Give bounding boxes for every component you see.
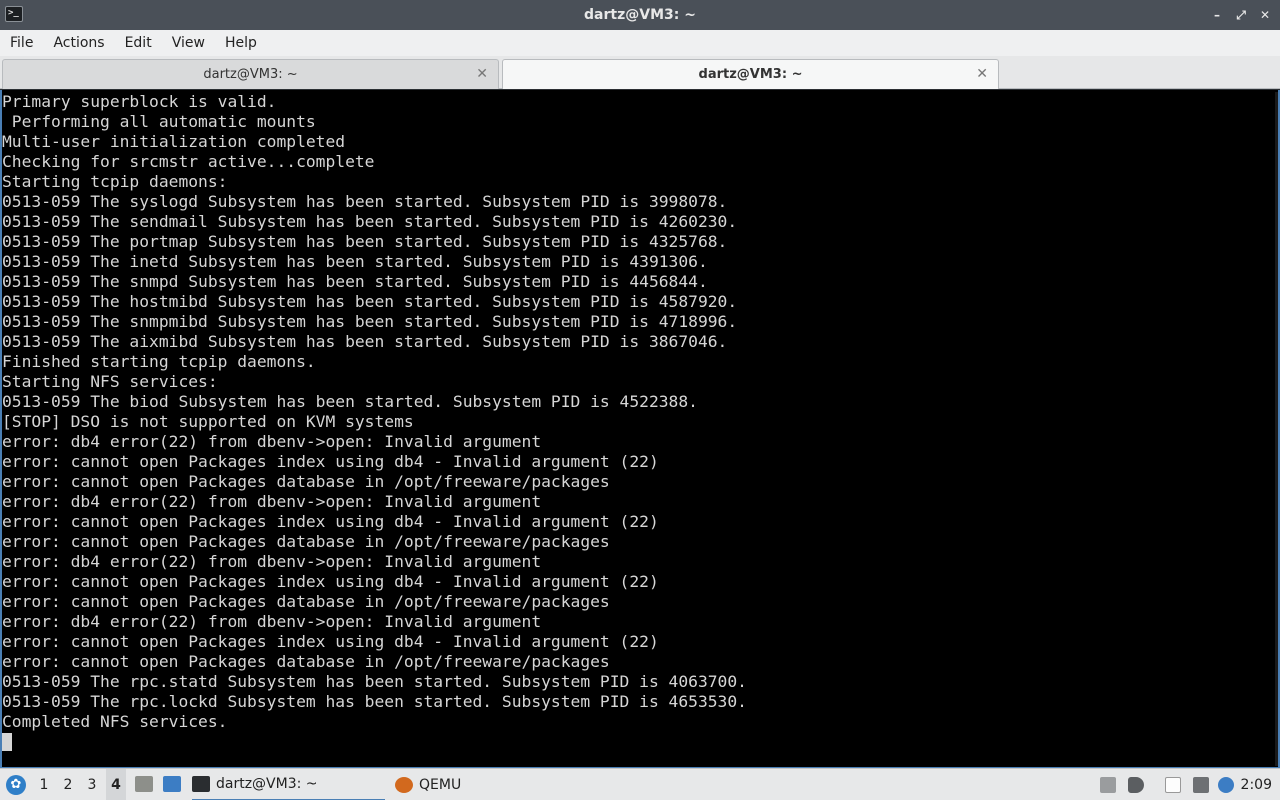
terminal-line: 0513-059 The rpc.statd Subsystem has bee… — [2, 672, 747, 691]
terminal-line: 0513-059 The sendmail Subsystem has been… — [2, 212, 738, 231]
terminal-line: error: db4 error(22) from dbenv->open: I… — [2, 432, 542, 451]
qemu-icon — [395, 777, 413, 793]
terminal-line: 0513-059 The hostmibd Subsystem has been… — [2, 292, 738, 311]
file-manager-icon[interactable] — [135, 776, 153, 792]
terminal-line: error: cannot open Packages index using … — [2, 632, 659, 651]
desktop-icon[interactable] — [163, 776, 181, 792]
terminal-line: error: db4 error(22) from dbenv->open: I… — [2, 552, 542, 571]
terminal-line: Checking for srcmstr active...complete — [2, 152, 375, 171]
clock: 2:09 — [1240, 777, 1272, 793]
terminal-scrollbar[interactable] — [1275, 92, 1278, 766]
terminal-line: Performing all automatic mounts — [2, 112, 316, 131]
maximize-icon[interactable]: ⤢ — [1234, 7, 1248, 23]
terminal-line: error: cannot open Packages database in … — [2, 472, 610, 491]
terminal-output[interactable]: Primary superblock is valid. Performing … — [0, 90, 1280, 768]
terminal-line: Primary superblock is valid. — [2, 92, 277, 111]
close-icon[interactable]: ✕ — [1258, 7, 1272, 23]
tab-terminal-1[interactable]: dartz@VM3: ~ ✕ — [2, 59, 499, 89]
prompt-line — [2, 732, 1278, 752]
terminal-line: 0513-059 The snmpmibd Subsystem has been… — [2, 312, 738, 331]
volume-icon[interactable] — [1128, 777, 1144, 793]
terminal-line: 0513-059 The snmpd Subsystem has been st… — [2, 272, 708, 291]
terminal-icon — [192, 776, 210, 792]
terminal-line: Starting tcpip daemons: — [2, 172, 228, 191]
close-tab-icon[interactable]: ✕ — [976, 66, 988, 82]
clipboard-icon[interactable] — [1165, 777, 1181, 793]
tab-bar: dartz@VM3: ~ ✕ dartz@VM3: ~ ✕ — [0, 56, 1280, 89]
terminal-line: error: cannot open Packages database in … — [2, 652, 610, 671]
lubuntu-start-icon[interactable]: ✿ — [6, 775, 26, 795]
terminal-line: error: cannot open Packages index using … — [2, 452, 659, 471]
window-controls: – ⤢ ✕ — [1210, 7, 1272, 23]
eject-icon[interactable] — [1100, 777, 1116, 793]
terminal-line: Completed NFS services. — [2, 712, 228, 731]
window-titlebar[interactable]: >_ dartz@VM3: ~ – ⤢ ✕ — [0, 0, 1280, 30]
tab-label: dartz@VM3: ~ — [203, 67, 298, 82]
workspace-4[interactable]: 4 — [106, 769, 126, 800]
terminal-line: 0513-059 The portmap Subsystem has been … — [2, 232, 728, 251]
terminal-line: error: cannot open Packages database in … — [2, 532, 610, 551]
tab-label: dartz@VM3: ~ — [698, 67, 803, 82]
terminal-line: 0513-059 The inetd Subsystem has been st… — [2, 252, 708, 271]
tab-terminal-2[interactable]: dartz@VM3: ~ ✕ — [502, 59, 999, 89]
update-notifier-icon[interactable] — [1218, 777, 1234, 793]
menu-file[interactable]: File — [0, 30, 43, 56]
close-tab-icon[interactable]: ✕ — [476, 66, 488, 82]
terminal-line: Multi-user initialization completed — [2, 132, 346, 151]
text-cursor — [2, 733, 12, 751]
terminal-line: error: cannot open Packages index using … — [2, 572, 659, 591]
minimize-icon[interactable]: – — [1210, 7, 1224, 23]
task-label: QEMU — [419, 777, 462, 793]
workspace-1[interactable]: 1 — [34, 769, 54, 800]
workspace-2[interactable]: 2 — [58, 769, 78, 800]
terminal-icon: >_ — [5, 6, 23, 22]
menu-view[interactable]: View — [162, 30, 215, 56]
terminal-line: Starting NFS services: — [2, 372, 218, 391]
terminal-line: error: db4 error(22) from dbenv->open: I… — [2, 612, 542, 631]
terminal-line: [STOP] DSO is not supported on KVM syste… — [2, 412, 414, 431]
taskbar: ✿ 1 2 3 4 dartz@VM3: ~ QEMU 2:09 — [0, 768, 1280, 800]
terminal-line: 0513-059 The syslogd Subsystem has been … — [2, 192, 728, 211]
terminal-line: 0513-059 The rpc.lockd Subsystem has bee… — [2, 692, 747, 711]
terminal-line: error: cannot open Packages database in … — [2, 592, 610, 611]
terminal-line: 0513-059 The biod Subsystem has been sta… — [2, 392, 698, 411]
menubar: File Actions Edit View Help — [0, 30, 1280, 56]
terminal-line: error: db4 error(22) from dbenv->open: I… — [2, 492, 542, 511]
task-qemu[interactable]: QEMU — [395, 769, 575, 800]
terminal-line: 0513-059 The aixmibd Subsystem has been … — [2, 332, 728, 351]
menu-edit[interactable]: Edit — [115, 30, 162, 56]
network-icon[interactable] — [1193, 777, 1209, 793]
workspace-3[interactable]: 3 — [82, 769, 102, 800]
menu-actions[interactable]: Actions — [43, 30, 114, 56]
window-title: dartz@VM3: ~ — [584, 7, 696, 23]
terminal-line: Finished starting tcpip daemons. — [2, 352, 316, 371]
menu-help[interactable]: Help — [215, 30, 267, 56]
terminal-line: error: cannot open Packages index using … — [2, 512, 659, 531]
task-label: dartz@VM3: ~ — [216, 776, 318, 792]
task-terminal[interactable]: dartz@VM3: ~ — [192, 769, 385, 800]
